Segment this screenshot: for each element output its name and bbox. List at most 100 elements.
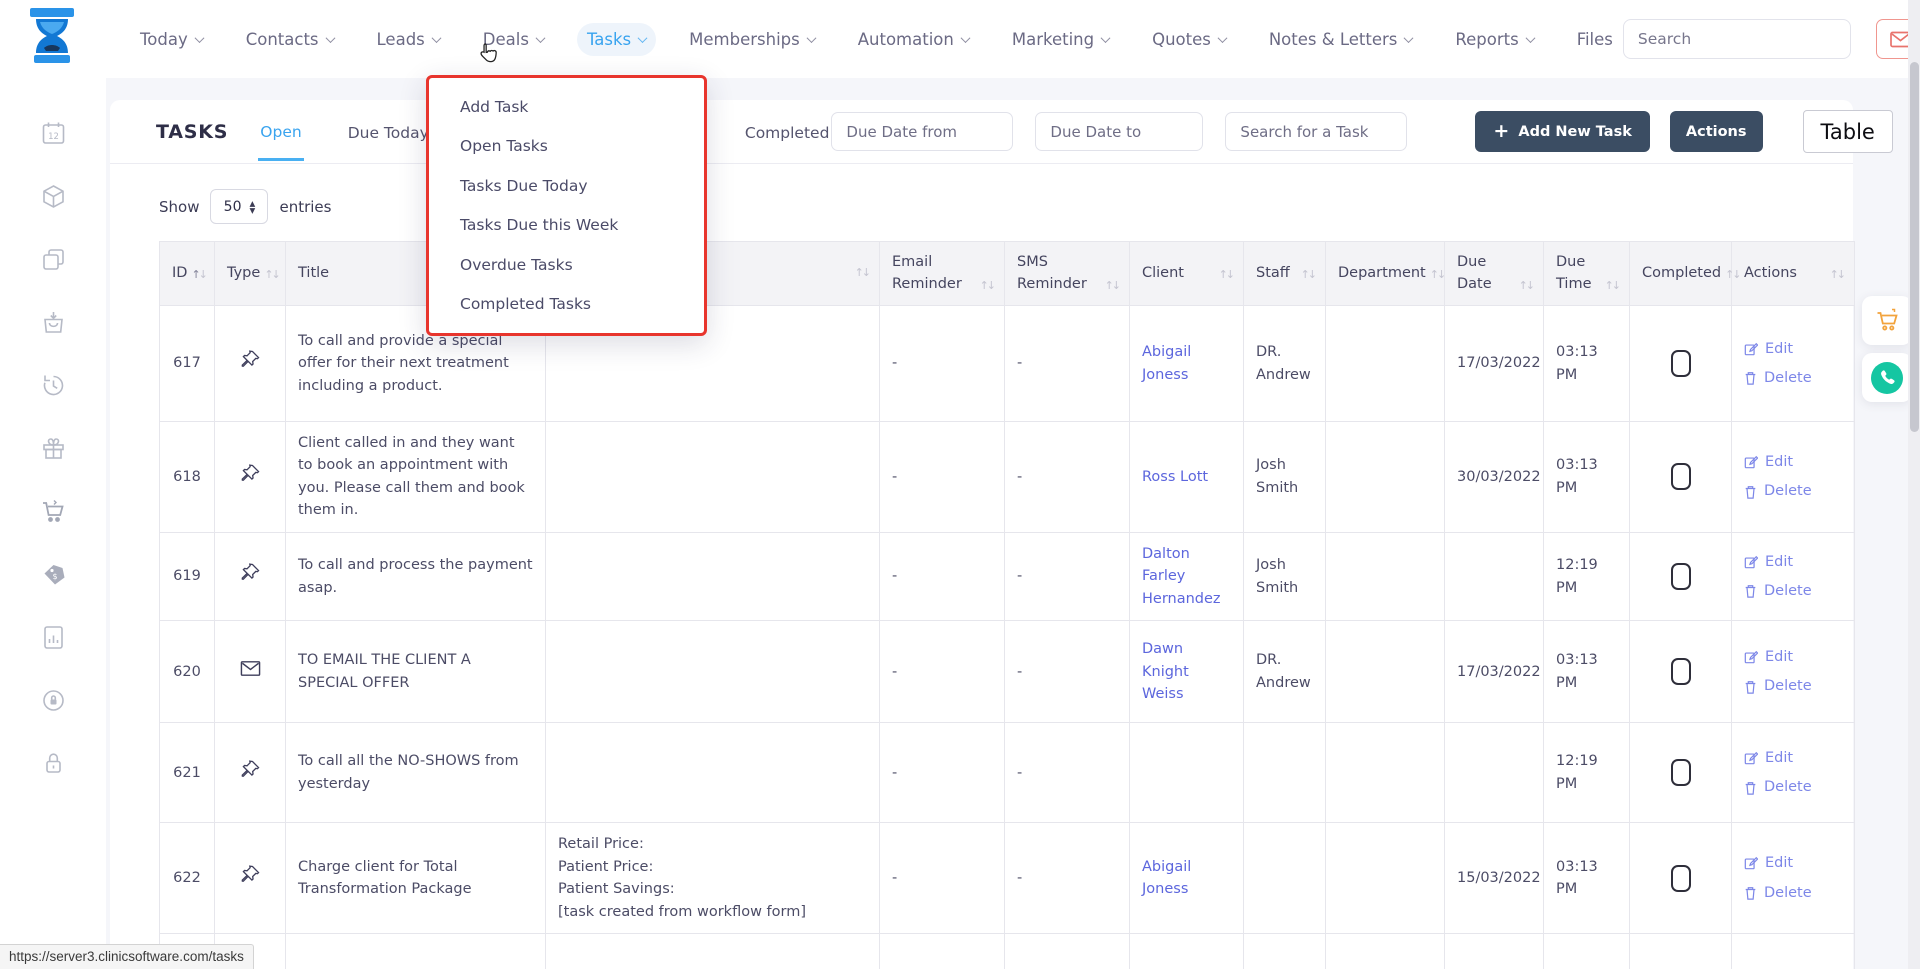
tasks-dropdown-menu: Add Task Open Tasks Tasks Due Today Task… (426, 75, 707, 336)
task-search-input[interactable] (1225, 112, 1407, 151)
sort-icon: ↑↓ (1301, 267, 1315, 284)
nav-item-tasks[interactable]: Tasks (577, 23, 656, 56)
delete-button[interactable]: Delete (1744, 480, 1842, 502)
client-link[interactable]: Abigail Joness (1142, 859, 1191, 897)
client-link[interactable]: Abigail Joness (1142, 344, 1191, 382)
menu-item-tasks-due-this-week[interactable]: Tasks Due this Week (429, 206, 704, 246)
report-document-icon[interactable] (40, 624, 67, 651)
tab-open[interactable]: Open (258, 103, 303, 161)
edit-button[interactable]: Edit (1744, 646, 1842, 668)
task-title: TO EMAIL THE CLIENT A SPECIAL OFFER (286, 621, 546, 723)
edit-button[interactable]: Edit (1744, 451, 1842, 473)
nav-label: Today (140, 30, 188, 49)
col-completed[interactable]: Completed↑↓ (1630, 242, 1732, 306)
global-search (1623, 19, 1851, 59)
col-staff[interactable]: Staff↑↓ (1244, 242, 1326, 306)
completed-checkbox[interactable] (1671, 759, 1691, 786)
staff-name (1244, 823, 1326, 934)
client-link[interactable]: Ross Lott (1142, 469, 1208, 485)
col-department[interactable]: Department↑↓ (1326, 242, 1445, 306)
history-icon[interactable] (40, 372, 67, 399)
nav-item-memberships[interactable]: Memberships (679, 23, 825, 56)
menu-item-add-task[interactable]: Add Task (429, 87, 704, 127)
floating-cart-button[interactable] (1862, 296, 1912, 345)
delete-button[interactable]: Delete (1744, 675, 1842, 697)
due-time (1544, 934, 1630, 969)
nav-item-automation[interactable]: Automation (848, 23, 979, 56)
delete-button[interactable]: Delete (1744, 367, 1842, 389)
padlock-icon[interactable] (40, 750, 67, 777)
col-due-date[interactable]: Due Date↑↓ (1445, 242, 1544, 306)
edit-button[interactable]: Edit (1744, 551, 1842, 573)
col-type[interactable]: Type↑↓ (215, 242, 286, 306)
tab-due-today[interactable]: Due Today (346, 104, 431, 159)
menu-item-overdue-tasks[interactable]: Overdue Tasks (429, 245, 704, 285)
search-input[interactable] (1624, 20, 1848, 58)
chevron-down-icon (960, 33, 970, 43)
delete-button[interactable]: Delete (1744, 580, 1842, 602)
edit-button[interactable]: Edit (1744, 747, 1842, 769)
edit-button[interactable]: Edit (1744, 852, 1842, 874)
menu-item-open-tasks[interactable]: Open Tasks (429, 127, 704, 167)
sort-icon: ↑↓ (1105, 278, 1119, 295)
task-id: 621 (160, 723, 215, 823)
task-id: 620 (160, 621, 215, 723)
nav-item-notes-letters[interactable]: Notes & Letters (1259, 23, 1423, 56)
nav-item-today[interactable]: Today (130, 23, 213, 56)
nav-item-reports[interactable]: Reports (1445, 23, 1543, 56)
clinicsoftware-logo-icon[interactable] (24, 8, 80, 70)
gift-icon[interactable] (40, 435, 67, 462)
cart-icon[interactable] (40, 498, 67, 525)
nav-item-deals[interactable]: Deals (473, 23, 554, 56)
tab-completed[interactable]: Completed (743, 104, 832, 159)
completed-checkbox[interactable] (1671, 463, 1691, 490)
completed-checkbox[interactable] (1671, 658, 1691, 685)
price-tag-icon[interactable]: $ (40, 561, 67, 588)
edit-button[interactable]: Edit (1744, 338, 1842, 360)
due-date-from-input[interactable] (831, 112, 1013, 151)
copy-icon[interactable] (40, 246, 67, 273)
edit-icon (1744, 856, 1758, 870)
trash-icon (1744, 485, 1757, 499)
department (1326, 306, 1445, 422)
due-date-to-input[interactable] (1035, 112, 1203, 151)
col-id[interactable]: ID↑↓ (160, 242, 215, 306)
col-sms-reminder[interactable]: SMS Reminder↑↓ (1005, 242, 1130, 306)
completed-checkbox[interactable] (1671, 563, 1691, 590)
calendar-icon[interactable]: 12 (40, 120, 67, 147)
delete-button[interactable]: Delete (1744, 776, 1842, 798)
completed-checkbox[interactable] (1671, 350, 1691, 377)
nav-item-quotes[interactable]: Quotes (1142, 23, 1236, 56)
account-lock-icon[interactable] (40, 687, 67, 714)
tasks-page: TASKS Open Due Today Due this Week Overd… (110, 100, 1853, 969)
col-actions[interactable]: Actions↑↓ (1732, 242, 1855, 306)
actions-button[interactable]: Actions (1670, 111, 1763, 152)
trash-icon (1744, 371, 1757, 385)
scrollbar-thumb[interactable] (1910, 62, 1919, 432)
nav-item-contacts[interactable]: Contacts (236, 23, 344, 56)
search-icon[interactable] (1848, 20, 1851, 58)
table-view-label: Table (1821, 120, 1875, 144)
due-date (1445, 532, 1544, 620)
floating-phone-button[interactable] (1862, 353, 1912, 402)
menu-item-completed-tasks[interactable]: Completed Tasks (429, 285, 704, 325)
staff-name: Josh Smith (1244, 422, 1326, 533)
col-due-time[interactable]: Due Time↑↓ (1544, 242, 1630, 306)
task-description (546, 621, 880, 723)
add-new-task-button[interactable]: + Add New Task (1475, 111, 1649, 152)
table-view-button[interactable]: Table (1803, 110, 1893, 153)
menu-item-tasks-due-today[interactable]: Tasks Due Today (429, 166, 704, 206)
package-icon[interactable] (40, 183, 67, 210)
client-link[interactable]: Dalton Farley Hernandez (1142, 546, 1221, 607)
nav-item-files[interactable]: Files (1567, 23, 1623, 56)
department (1326, 723, 1445, 823)
completed-checkbox[interactable] (1671, 865, 1691, 892)
delete-button[interactable]: Delete (1744, 882, 1842, 904)
page-size-select[interactable]: 50 ▲▼ (210, 189, 268, 224)
client-link[interactable]: Dawn Knight Weiss (1142, 641, 1189, 702)
nav-item-leads[interactable]: Leads (367, 23, 450, 56)
shopping-bag-icon[interactable] (40, 309, 67, 336)
nav-item-marketing[interactable]: Marketing (1002, 23, 1119, 56)
col-client[interactable]: Client↑↓ (1130, 242, 1244, 306)
col-email-reminder[interactable]: Email Reminder↑↓ (880, 242, 1005, 306)
